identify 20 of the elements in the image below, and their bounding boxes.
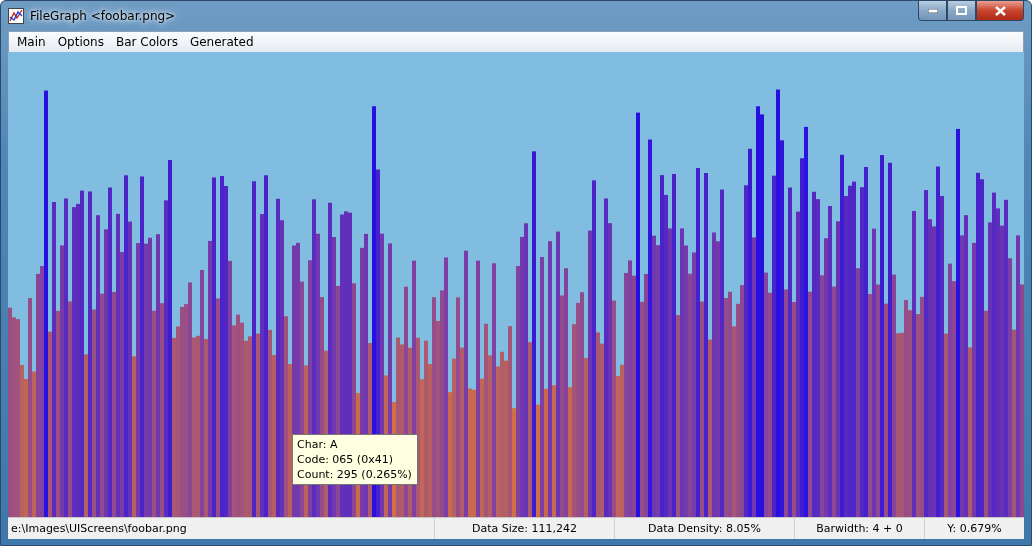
close-button[interactable] <box>976 1 1024 21</box>
status-text: e:\Images\UIScreens\foobar.png <box>11 522 187 535</box>
minimize-icon <box>927 8 938 13</box>
status-text: Data Density: 8.05% <box>648 522 761 535</box>
menu-item[interactable]: Main <box>11 35 52 49</box>
menu-item[interactable]: Generated <box>183 35 260 49</box>
status-text: Y: 0.679% <box>947 522 1002 535</box>
window-title: FileGraph <foobar.png> <box>30 9 176 23</box>
graph-icon <box>8 8 24 24</box>
tooltip-line: Code: 065 (0x41) <box>297 452 394 467</box>
maximize-icon <box>956 6 967 15</box>
menu-item[interactable]: Bar Colors <box>109 35 184 49</box>
tooltip-line: Char: A <box>297 437 339 452</box>
close-icon <box>994 5 1006 16</box>
maximize-button[interactable] <box>947 1 976 21</box>
minimize-button[interactable] <box>918 1 947 21</box>
status-text: Data Size: 111,242 <box>471 522 577 535</box>
menu-item[interactable]: Options <box>51 35 110 49</box>
status-text: Barwidth: 4 + 0 <box>816 522 903 535</box>
tooltip-line: Count: 295 (0.265%) <box>297 467 412 482</box>
